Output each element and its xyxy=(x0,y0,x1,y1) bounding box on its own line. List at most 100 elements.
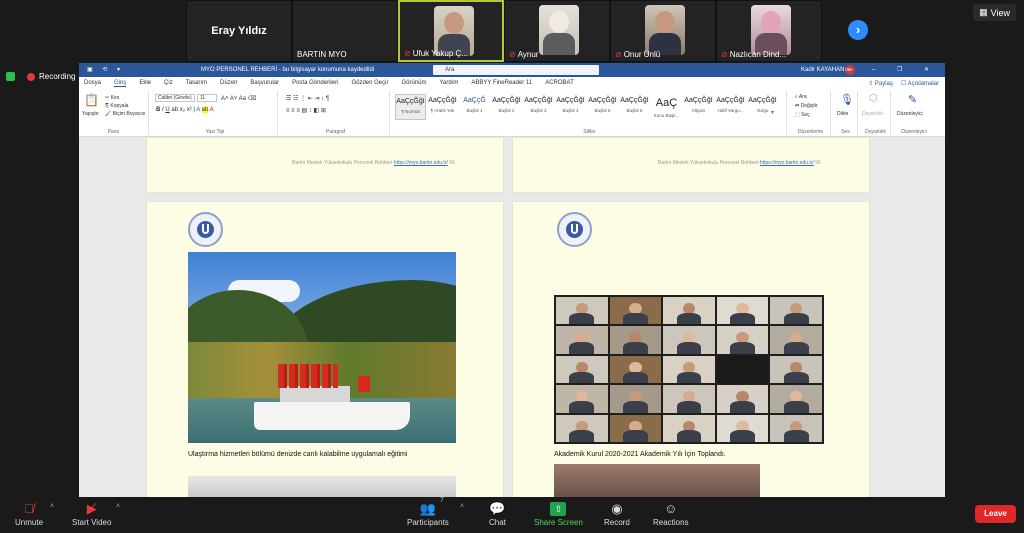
share-button[interactable]: ⇪ Paylaş xyxy=(868,80,893,87)
sensitivity-button[interactable]: Duyarlılık xyxy=(862,111,883,117)
ribbon-tab[interactable]: Posta Gönderileri xyxy=(292,80,338,86)
paste-icon[interactable]: 📋 xyxy=(84,93,99,107)
leave-button[interactable]: Leave xyxy=(975,505,1016,523)
ribbon-tab[interactable]: Ekle xyxy=(139,80,151,86)
font-size-select[interactable]: 11 xyxy=(197,94,217,102)
styles-scroll[interactable]: ▾ xyxy=(771,109,774,116)
style-name: Altyazı xyxy=(691,108,706,113)
find-button[interactable]: ⌕ Ara xyxy=(795,94,807,100)
ribbon-tab[interactable]: ABBYY FineReader 11 xyxy=(471,80,532,86)
participant-tile[interactable]: Eray Yıldız xyxy=(186,0,292,62)
participant-tile[interactable]: ⊘ Nazlıcan Dind... xyxy=(716,0,822,62)
meeting-grid-cell xyxy=(716,414,769,442)
meeting-grid-cell xyxy=(770,414,822,442)
style-name: Başlık 5 xyxy=(594,108,611,113)
ribbon-tab[interactable]: Dosya xyxy=(84,80,101,86)
participant-video xyxy=(751,5,791,55)
sensitivity-group: ⬡ Duyarlılık Duyarlılık xyxy=(861,91,891,135)
style-gallery-item[interactable]: AaÇçĞğI Altyazı xyxy=(683,94,714,120)
ribbon-tab[interactable]: Başvurular xyxy=(250,80,279,86)
video-options-caret[interactable]: ˄ xyxy=(116,503,120,510)
ribbon-tab[interactable]: Çiz xyxy=(164,80,173,86)
meeting-grid-cell xyxy=(770,385,822,413)
meeting-grid-cell xyxy=(556,355,608,384)
style-gallery-item[interactable]: AaÇçĞğI Hafif Vurgu... xyxy=(715,94,746,120)
style-gallery-item[interactable]: AaÇçĞğI Başlık 2 xyxy=(491,94,522,120)
style-gallery-item[interactable]: AaÇçĞğI Başlık 6 xyxy=(619,94,650,120)
participants-button[interactable]: 👥 Participants xyxy=(407,500,449,527)
editor-button[interactable]: Düzenleyici xyxy=(897,111,923,117)
style-sample: AaÇçĞğI xyxy=(748,97,777,104)
style-gallery-item[interactable]: AaÇçĞğI Vurgu xyxy=(747,94,778,120)
copy-button[interactable]: ⎘ Kopyala xyxy=(105,103,128,109)
style-gallery-item[interactable]: AaÇçĞğI ¶ Normal xyxy=(395,94,426,120)
participant-tile-active-speaker[interactable]: ⊘ Ufuk Yakup Ç... xyxy=(398,0,504,62)
share-screen-icon: ⇧ xyxy=(550,502,567,516)
participant-tile[interactable]: ⊘ Onur Ünlü xyxy=(610,0,716,62)
ribbon-tab[interactable]: ACROBAT xyxy=(545,80,574,86)
list-buttons[interactable]: ☰ ☷ ⋮ ⇤ ⇥ ↕ ¶ xyxy=(286,95,329,102)
participant-video xyxy=(645,5,685,55)
style-gallery-item[interactable]: AaÇçĞğI Başlık 4 xyxy=(555,94,586,120)
style-gallery-item[interactable]: AaÇçĞğI Başlık 5 xyxy=(587,94,618,120)
font-size-buttons[interactable]: A˄ A˅ Aa ⌫ xyxy=(221,95,256,102)
ribbon-tab[interactable]: Görünüm xyxy=(401,80,426,86)
view-button[interactable]: ▦ View xyxy=(973,4,1016,21)
reactions-button[interactable]: ☺ Reactions xyxy=(653,500,689,527)
style-gallery-item[interactable]: AaÇçĞ Başlık 1 xyxy=(459,94,490,120)
microphone-icon[interactable]: 🎙 xyxy=(840,93,854,106)
sensitivity-icon[interactable]: ⬡ xyxy=(869,93,878,104)
editor-group: ✎ Düzenleyici Düzenleyici xyxy=(894,91,934,135)
grid-icon: ▦ xyxy=(979,7,988,17)
chat-button[interactable]: 💬 Chat xyxy=(489,500,506,527)
font-format-buttons[interactable]: B I U ab x₂ x² | A ab A xyxy=(156,107,214,113)
style-gallery-item[interactable]: AaÇçĞğI ¶ Aralık Yok xyxy=(427,94,458,120)
ribbon-tab[interactable]: Düzen xyxy=(220,80,237,86)
search-input[interactable]: Ara xyxy=(433,65,599,75)
start-video-button[interactable]: ▶̸ Start Video xyxy=(72,500,111,527)
editor-icon[interactable]: ✎ xyxy=(908,93,917,106)
document-canvas[interactable]: Bartın Meslek Yüksekokulu Personel Rehbe… xyxy=(79,137,945,497)
paste-button[interactable]: Yapıştır xyxy=(82,111,99,117)
style-gallery-item[interactable]: AaÇçĞğI Başlık 3 xyxy=(523,94,554,120)
mic-muted-icon: ⊘ xyxy=(721,50,728,59)
participant-name: Aynur xyxy=(517,50,539,59)
document-title: MYO PERSONEL REHBERİ - bu bilgisayar kon… xyxy=(201,67,375,73)
recording-label: Recording xyxy=(39,72,76,81)
editing-group: ⌕ Ara ⇄ Değiştir ⬚ Seç Düzenleme xyxy=(791,91,831,135)
page[interactable]: Ulaştırma hizmetleri bölümü denizde canl… xyxy=(146,201,504,497)
select-button[interactable]: ⬚ Seç xyxy=(795,112,810,118)
recording-indicator[interactable]: Recording xyxy=(6,72,75,81)
chevron-right-icon[interactable]: › xyxy=(848,20,868,40)
participant-tile[interactable]: ⊘ Aynur xyxy=(504,0,610,62)
ribbon-tab[interactable]: Tasarım xyxy=(186,80,207,86)
share-screen-button[interactable]: ⇧ Share Screen xyxy=(534,500,583,527)
page[interactable]: Bartın Meslek Yüksekokulu Personel Rehbe… xyxy=(146,137,504,193)
voice-group: 🎙 Dikte Ses xyxy=(834,91,858,135)
align-buttons[interactable]: ≡ ≡ ≡ ▤ ↕ ◧ ⊞ xyxy=(286,107,326,114)
format-painter-button[interactable]: 🖌 Biçim Boyacısı xyxy=(105,111,146,117)
cut-button[interactable]: ✂ Kes xyxy=(105,95,119,101)
replace-button[interactable]: ⇄ Değiştir xyxy=(795,103,818,109)
participant-tile[interactable]: BARTIN MYO xyxy=(292,0,398,62)
font-name-select[interactable]: Calibri (Gövde) xyxy=(155,94,195,102)
unmute-button[interactable]: 🎙̸ Unmute xyxy=(15,500,43,527)
comments-button[interactable]: ☐ Açıklamalar xyxy=(901,80,939,87)
record-button[interactable]: ◉ Record xyxy=(604,500,630,527)
window-controls[interactable]: ▭ – ❐ ✕ xyxy=(845,66,939,73)
audio-options-caret[interactable]: ˄ xyxy=(50,503,54,510)
photo-caption: Akademik Kurul 2020-2021 Akademik Yılı İ… xyxy=(554,451,726,458)
quick-access-icons[interactable]: ▣ ⟲ ▾ xyxy=(87,66,124,73)
university-logo xyxy=(557,212,592,247)
ribbon-tab[interactable]: Giriş xyxy=(114,80,127,87)
dictate-button[interactable]: Dikte xyxy=(837,111,848,117)
participants-options-caret[interactable]: ˄ xyxy=(460,503,464,510)
academic-meeting-photo xyxy=(554,295,824,444)
style-gallery-item[interactable]: AaÇ Konu Başlı... xyxy=(651,94,682,120)
participant-name-large: Eray Yıldız xyxy=(211,25,267,37)
ribbon-tab[interactable]: Yardım xyxy=(439,80,458,86)
meeting-grid-cell xyxy=(663,414,715,442)
page[interactable]: Bartın Meslek Yüksekokulu Personel Rehbe… xyxy=(512,137,870,193)
ribbon-tab[interactable]: Gözden Geçir xyxy=(351,80,388,86)
page[interactable]: Akademik Kurul 2020-2021 Akademik Yılı İ… xyxy=(512,201,870,497)
